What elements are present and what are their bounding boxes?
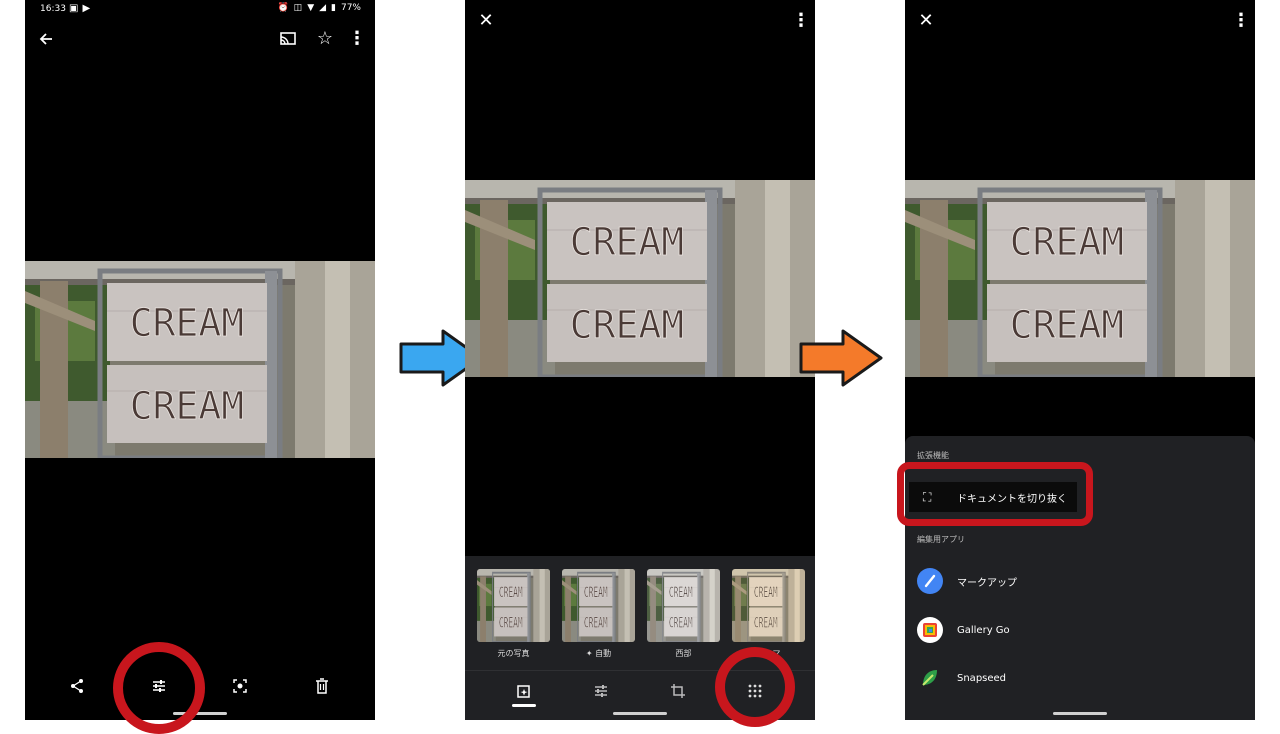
app-item-gallery-go[interactable]: Gallery Go	[917, 615, 1010, 645]
battery-icon: ▮	[331, 3, 336, 13]
status-right-icons: ⏰ ◫ ▼ ◢ ▮ 77%	[277, 3, 361, 13]
filter-thumb-original[interactable]	[477, 569, 550, 642]
filter-label: 元の写真	[497, 649, 530, 658]
app-name: Snapseed	[957, 672, 1007, 684]
star-icon[interactable]: ☆	[311, 25, 339, 53]
phone-editor: ✕ ⋮ 元の写真 ✦ 自動 西部 パルマ	[465, 0, 815, 720]
gallery-go-icon	[917, 617, 943, 643]
alarm-icon: ⏰	[277, 3, 289, 13]
photo[interactable]	[465, 180, 815, 377]
trash-icon[interactable]	[308, 672, 336, 700]
filter-label: 西部	[675, 649, 692, 658]
sparkle-icon: ✦	[585, 649, 596, 658]
arrow-right-orange-icon	[799, 329, 883, 387]
suggestions-icon[interactable]	[510, 677, 538, 705]
photo[interactable]	[25, 261, 375, 458]
battery-percent: 77%	[340, 3, 361, 13]
more-vert-icon[interactable]: ⋮	[1227, 7, 1255, 35]
close-icon[interactable]: ✕	[912, 7, 940, 35]
filter-thumb-auto[interactable]	[562, 569, 635, 642]
filter-thumb-palma[interactable]	[732, 569, 805, 642]
phone-tools-sheet: ✕ ⋮ 拡張機能 ⛶ ドキュメントを切り抜く 編集用アプリ マークアップ Gal…	[905, 0, 1255, 720]
status-time: 16:33	[40, 4, 66, 14]
lens-icon[interactable]	[226, 672, 254, 700]
highlight-box-document-crop	[897, 462, 1093, 526]
adjust-icon[interactable]	[587, 677, 615, 705]
section-apps-label: 編集用アプリ	[917, 535, 965, 544]
crop-rotate-icon[interactable]	[664, 677, 692, 705]
share-icon[interactable]	[63, 672, 91, 700]
highlight-circle-tools	[715, 647, 795, 727]
app-item-snapseed[interactable]: Snapseed	[917, 663, 1006, 693]
app-name: Gallery Go	[957, 624, 1010, 636]
close-icon[interactable]: ✕	[472, 7, 500, 35]
filter-thumb-west[interactable]	[647, 569, 720, 642]
filter-label: ✦ 自動	[585, 649, 612, 658]
vibrate-icon: ◫	[293, 3, 303, 13]
wifi-icon: ▼	[307, 3, 315, 13]
snapseed-leaf-icon	[917, 665, 943, 691]
markup-pen-icon	[917, 568, 943, 594]
highlight-circle-edit	[113, 642, 205, 734]
active-tab-indicator	[512, 704, 536, 707]
back-arrow-icon[interactable]	[32, 25, 60, 53]
phone-photo-view: 16:33 ▣▶ ⏰ ◫ ▼ ◢ ▮ 77% ☆ ⋮	[25, 0, 375, 720]
notification-icons: ▣▶	[69, 3, 95, 14]
section-extensions-label: 拡張機能	[917, 451, 949, 460]
photo[interactable]	[905, 180, 1255, 377]
signal-icon: ◢	[319, 3, 327, 13]
nav-handle[interactable]	[613, 712, 667, 715]
app-item-markup[interactable]: マークアップ	[917, 566, 1017, 596]
more-vert-icon[interactable]: ⋮	[787, 7, 815, 35]
app-name: マークアップ	[957, 577, 1017, 589]
nav-handle[interactable]	[1053, 712, 1107, 715]
more-vert-icon[interactable]: ⋮	[343, 25, 371, 53]
cast-icon[interactable]	[274, 25, 302, 53]
status-bar: 16:33 ▣▶ ⏰ ◫ ▼ ◢ ▮ 77%	[25, 0, 375, 18]
